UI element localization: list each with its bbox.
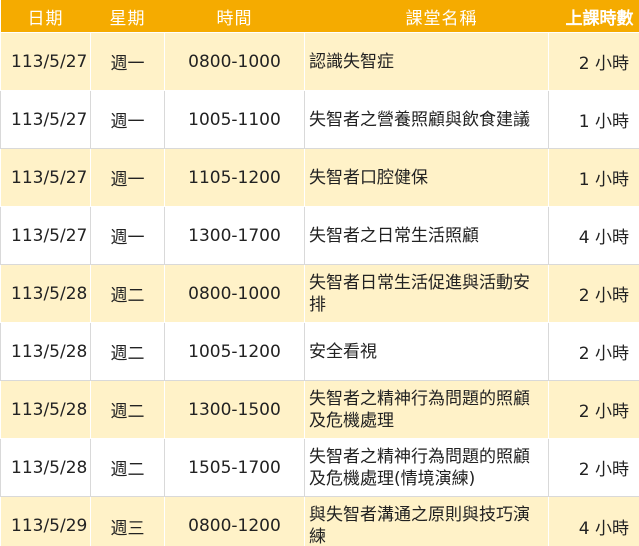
cell-course: 失智者之營養照顧與飲食建議 xyxy=(304,90,549,149)
table-row: 113/5/27 週一 1105-1200 失智者口腔健保 1 小時 xyxy=(0,148,639,207)
cell-hours: 1 小時 xyxy=(548,148,639,207)
cell-day: 週二 xyxy=(90,438,165,497)
cell-course: 失智者之日常生活照顧 xyxy=(304,206,549,265)
cell-hours: 2 小時 xyxy=(548,380,639,439)
cell-day: 週二 xyxy=(90,380,165,439)
table-header: 日期 星期 時間 課堂名稱 上課時數 xyxy=(0,0,639,33)
table-row: 113/5/28 週二 1505-1700 失智者之精神行為問題的照顧及危機處理… xyxy=(0,438,639,497)
cell-course: 安全看視 xyxy=(304,322,549,381)
header-date: 日期 xyxy=(0,0,91,33)
cell-date: 113/5/27 xyxy=(0,206,91,265)
cell-date: 113/5/28 xyxy=(0,380,91,439)
table-row: 113/5/27 週一 1300-1700 失智者之日常生活照顧 4 小時 xyxy=(0,206,639,265)
cell-day: 週二 xyxy=(90,264,165,323)
cell-hours: 4 小時 xyxy=(548,206,639,265)
cell-time: 0800-1000 xyxy=(164,32,305,91)
cell-course: 與失智者溝通之原則與技巧演練 xyxy=(304,496,549,546)
cell-course: 失智者日常生活促進與活動安排 xyxy=(304,264,549,323)
cell-hours: 2 小時 xyxy=(548,438,639,497)
cell-time: 0800-1200 xyxy=(164,496,305,546)
table-row: 113/5/29 週三 0800-1200 與失智者溝通之原則與技巧演練 4 小… xyxy=(0,496,639,546)
cell-time: 1005-1200 xyxy=(164,322,305,381)
cell-date: 113/5/28 xyxy=(0,264,91,323)
cell-hours: 2 小時 xyxy=(548,32,639,91)
cell-date: 113/5/29 xyxy=(0,496,91,546)
cell-time: 1300-1700 xyxy=(164,206,305,265)
cell-day: 週二 xyxy=(90,322,165,381)
table-row: 113/5/27 週一 1005-1100 失智者之營養照顧與飲食建議 1 小時 xyxy=(0,90,639,149)
table-row: 113/5/28 週二 0800-1000 失智者日常生活促進與活動安排 2 小… xyxy=(0,264,639,323)
cell-course: 失智者口腔健保 xyxy=(304,148,549,207)
cell-time: 1505-1700 xyxy=(164,438,305,497)
header-hours: 上課時數 xyxy=(548,0,639,33)
header-row: 日期 星期 時間 課堂名稱 上課時數 xyxy=(0,0,639,33)
cell-date: 113/5/27 xyxy=(0,32,91,91)
cell-hours: 2 小時 xyxy=(548,322,639,381)
cell-hours: 1 小時 xyxy=(548,90,639,149)
cell-date: 113/5/27 xyxy=(0,148,91,207)
table-row: 113/5/28 週二 1300-1500 失智者之精神行為問題的照顧及危機處理… xyxy=(0,380,639,439)
cell-time: 1105-1200 xyxy=(164,148,305,207)
cell-time: 1005-1100 xyxy=(164,90,305,149)
cell-time: 0800-1000 xyxy=(164,264,305,323)
cell-hours: 2 小時 xyxy=(548,264,639,323)
cell-hours: 4 小時 xyxy=(548,496,639,546)
course-schedule-table: 日期 星期 時間 課堂名稱 上課時數 113/5/27 週一 0800-1000… xyxy=(0,0,639,546)
cell-date: 113/5/28 xyxy=(0,322,91,381)
cell-date: 113/5/27 xyxy=(0,90,91,149)
cell-day: 週一 xyxy=(90,32,165,91)
cell-day: 週一 xyxy=(90,148,165,207)
table-row: 113/5/27 週一 0800-1000 認識失智症 2 小時 xyxy=(0,32,639,91)
cell-course: 認識失智症 xyxy=(304,32,549,91)
table-body: 113/5/27 週一 0800-1000 認識失智症 2 小時 113/5/2… xyxy=(0,32,639,546)
cell-day: 週一 xyxy=(90,206,165,265)
header-course: 課堂名稱 xyxy=(304,0,549,33)
table-row: 113/5/28 週二 1005-1200 安全看視 2 小時 xyxy=(0,322,639,381)
cell-day: 週一 xyxy=(90,90,165,149)
cell-course: 失智者之精神行為問題的照顧及危機處理(情境演練) xyxy=(304,438,549,497)
cell-date: 113/5/28 xyxy=(0,438,91,497)
cell-time: 1300-1500 xyxy=(164,380,305,439)
header-day: 星期 xyxy=(90,0,165,33)
cell-day: 週三 xyxy=(90,496,165,546)
cell-course: 失智者之精神行為問題的照顧及危機處理 xyxy=(304,380,549,439)
header-time: 時間 xyxy=(164,0,305,33)
